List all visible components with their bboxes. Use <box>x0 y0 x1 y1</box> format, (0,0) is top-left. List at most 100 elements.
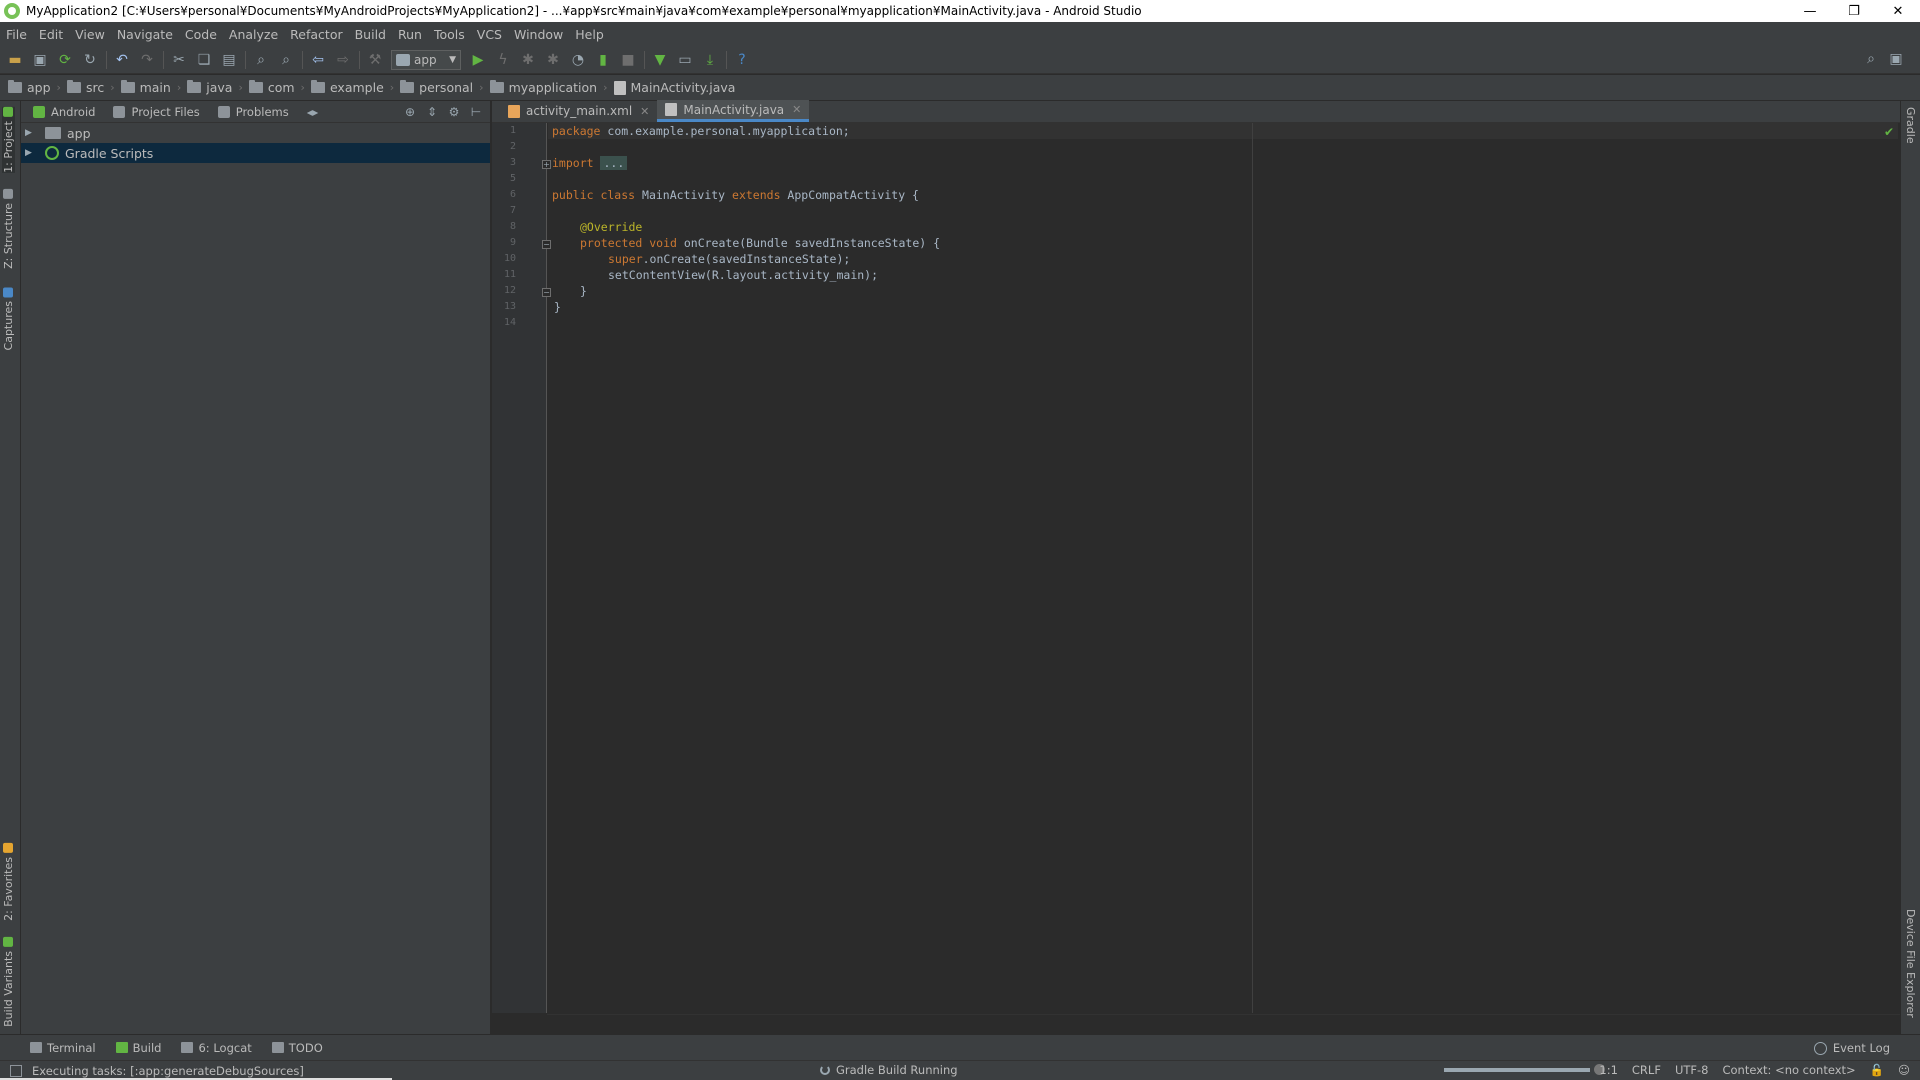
redo-icon[interactable]: ↷ <box>138 51 156 69</box>
editor-tab-activity-main[interactable]: activity_main.xml ✕ <box>500 100 657 122</box>
debug-icon[interactable]: ✱ <box>519 51 537 69</box>
close-icon[interactable]: ✕ <box>792 103 801 116</box>
file-encoding[interactable]: UTF-8 <box>1675 1063 1709 1077</box>
tool-tab-project[interactable]: 1: Project <box>2 107 15 173</box>
tool-window-event-log[interactable]: Event Log <box>1813 1041 1890 1055</box>
tool-window-todo[interactable]: TODO <box>271 1041 323 1055</box>
menu-vcs[interactable]: VCS <box>477 27 502 42</box>
menu-build[interactable]: Build <box>355 27 386 42</box>
locate-file-icon[interactable]: ⊕ <box>402 104 418 120</box>
expand-arrow-icon[interactable]: ▶ <box>25 128 37 138</box>
tool-tab-gradle[interactable]: Gradle <box>1904 107 1917 144</box>
view-tab-problems[interactable]: Problems <box>217 105 289 119</box>
profile-icon[interactable]: ◔ <box>569 51 587 69</box>
fold-collapse-icon[interactable]: − <box>542 240 551 249</box>
editor-gutter[interactable]: 1 2 3 5 6 7 8 9 10 11 12 13 14 + − − <box>492 123 551 1013</box>
find-icon[interactable]: ⌕ <box>252 51 270 69</box>
caret-position[interactable]: 1:1 <box>1599 1063 1618 1077</box>
forward-icon[interactable]: ⇨ <box>334 51 352 69</box>
toggle-tool-windows-icon[interactable] <box>10 1064 22 1077</box>
menu-run[interactable]: Run <box>398 27 422 42</box>
collapse-all-icon[interactable]: ⇕ <box>424 104 440 120</box>
tool-tab-captures[interactable]: Captures <box>2 287 15 350</box>
menu-window[interactable]: Window <box>514 27 563 42</box>
run-icon[interactable]: ▶ <box>469 51 487 69</box>
menu-help[interactable]: Help <box>575 27 604 42</box>
menu-view[interactable]: View <box>75 27 105 42</box>
tree-item-gradle-scripts[interactable]: ▶ Gradle Scripts <box>21 143 490 163</box>
build-hammer-icon[interactable]: ⚒ <box>366 51 384 69</box>
search-everywhere-icon[interactable]: ⌕ <box>1862 50 1880 68</box>
background-task[interactable]: Gradle Build Running <box>820 1063 958 1077</box>
menu-navigate[interactable]: Navigate <box>117 27 173 42</box>
lock-icon[interactable]: 🔓 <box>1870 1063 1884 1077</box>
view-tab-project-files[interactable]: Project Files <box>113 105 200 119</box>
refresh-icon[interactable]: ↻ <box>81 51 99 69</box>
breadcrumb-item-example[interactable]: example <box>310 80 384 95</box>
menu-refactor[interactable]: Refactor <box>290 27 342 42</box>
code-line-oncreate: protected void onCreate(Bundle savedInst… <box>580 235 940 251</box>
inspector-icon[interactable]: ☺ <box>1898 1063 1910 1077</box>
run-configuration-select[interactable]: app ▼ <box>391 49 461 70</box>
device-monitor-icon[interactable]: ⤓ <box>701 51 719 69</box>
menu-analyze[interactable]: Analyze <box>229 27 278 42</box>
view-tab-android[interactable]: Android <box>33 105 95 119</box>
paste-icon[interactable]: ▤ <box>220 51 238 69</box>
layout-icon[interactable]: ▣ <box>1887 50 1905 68</box>
breadcrumb-item-app[interactable]: app <box>8 80 51 95</box>
coverage-icon[interactable]: ▮ <box>594 51 612 69</box>
fold-collapse-icon[interactable]: − <box>542 288 551 297</box>
menu-code[interactable]: Code <box>185 27 217 42</box>
logcat-icon <box>181 1042 194 1053</box>
gear-icon[interactable]: ⚙ <box>446 104 462 120</box>
breadcrumb-label: main <box>139 80 171 95</box>
tree-item-app[interactable]: ▶ app <box>21 123 490 143</box>
help-icon[interactable]: ? <box>733 51 751 69</box>
editor-tab-mainactivity[interactable]: MainActivity.java ✕ <box>657 100 810 122</box>
attach-debugger-icon[interactable]: ✱ <box>544 51 562 69</box>
tool-tab-build-variants[interactable]: Build Variants <box>2 937 15 1027</box>
tool-tab-structure[interactable]: Z: Structure <box>2 189 15 269</box>
tool-window-logcat[interactable]: 6: Logcat <box>181 1041 252 1055</box>
breadcrumb-item-personal[interactable]: personal <box>400 80 473 95</box>
close-window-button[interactable]: ✕ <box>1876 0 1920 22</box>
sync-icon[interactable]: ⟳ <box>56 51 74 69</box>
folder-icon <box>8 80 22 93</box>
tool-tab-device-file-explorer[interactable]: Device File Explorer <box>1904 909 1917 1018</box>
open-folder-icon[interactable]: ▬ <box>6 51 24 69</box>
breadcrumb-item-main[interactable]: main <box>120 80 171 95</box>
menu-edit[interactable]: Edit <box>39 27 63 42</box>
fold-expand-icon[interactable]: + <box>542 160 551 169</box>
cut-icon[interactable]: ✂ <box>170 51 188 69</box>
restore-button[interactable]: ❐ <box>1832 0 1876 22</box>
sdk-manager-icon[interactable]: ▼ <box>651 51 669 69</box>
menu-tools[interactable]: Tools <box>434 27 465 42</box>
apply-changes-icon[interactable]: ϟ <box>494 51 512 69</box>
breadcrumb-item-src[interactable]: src <box>66 80 104 95</box>
copy-icon[interactable]: ❏ <box>195 51 213 69</box>
breadcrumb-item-com[interactable]: com <box>248 80 295 95</box>
breadcrumb-item-mainactivity[interactable]: MainActivity.java <box>613 80 735 95</box>
close-icon[interactable]: ✕ <box>640 105 649 118</box>
stop-icon[interactable]: ■ <box>619 51 637 69</box>
breadcrumb-item-java[interactable]: java <box>187 80 232 95</box>
tool-window-build[interactable]: Build <box>115 1041 161 1055</box>
replace-icon[interactable]: ⌕ <box>277 51 295 69</box>
minimize-button[interactable]: — <box>1788 0 1832 22</box>
folded-imports[interactable]: ... <box>600 156 628 170</box>
save-icon[interactable]: ▣ <box>31 51 49 69</box>
breadcrumb-item-myapplication[interactable]: myapplication <box>489 80 597 95</box>
undo-icon[interactable]: ↶ <box>113 51 131 69</box>
context-indicator[interactable]: Context: <no context> <box>1722 1063 1855 1077</box>
hide-panel-icon[interactable]: ⊢ <box>468 104 484 120</box>
tool-tab-favorites[interactable]: 2: Favorites <box>2 843 15 921</box>
tool-window-terminal[interactable]: Terminal <box>30 1041 96 1055</box>
editor-horizontal-scrollbar[interactable] <box>547 1014 1900 1034</box>
build-progress-fill <box>1444 1068 1590 1072</box>
expand-arrow-icon[interactable]: ▶ <box>25 148 37 158</box>
line-separator[interactable]: CRLF <box>1632 1063 1661 1077</box>
view-tabs-overflow-icon[interactable]: ◂▸ <box>307 105 319 119</box>
back-icon[interactable]: ⇦ <box>309 51 327 69</box>
avd-manager-icon[interactable]: ▭ <box>676 51 694 69</box>
menu-file[interactable]: File <box>6 27 27 42</box>
